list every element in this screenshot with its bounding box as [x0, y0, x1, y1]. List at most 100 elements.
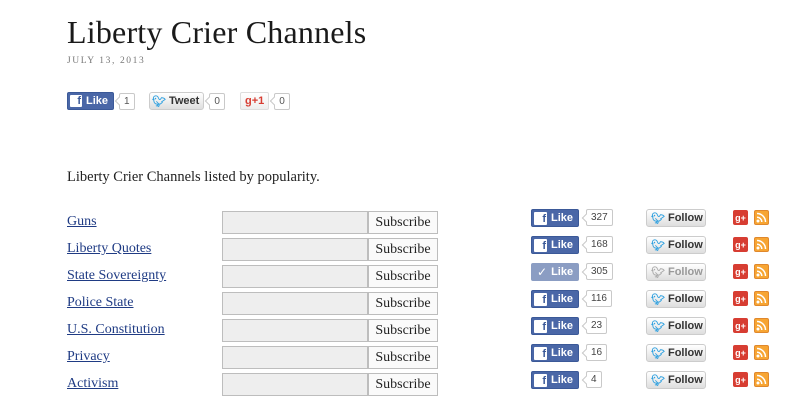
intro-text: Liberty Crier Channels listed by popular…	[67, 169, 320, 185]
subscribe-button[interactable]: Subscribe	[368, 346, 438, 369]
twitter-follow-button[interactable]: 🐦︎ Follow	[646, 263, 706, 281]
channel-like-count: 327	[586, 209, 613, 226]
tweet-label: Tweet	[168, 95, 200, 107]
channel-like-label: Like	[551, 239, 574, 251]
channel-link[interactable]: State Sovereignty	[67, 268, 166, 284]
rss-icon[interactable]	[754, 210, 769, 225]
twitter-follow-button[interactable]: 🐦︎ Follow	[646, 290, 706, 308]
channel-like-count: 23	[586, 317, 608, 334]
channel-like-count: 116	[586, 290, 612, 307]
facebook-icon: f	[534, 346, 547, 360]
rss-icon[interactable]	[754, 372, 769, 387]
channel-like-count: 168	[586, 236, 613, 253]
facebook-icon: f	[70, 95, 82, 107]
follow-label: Follow	[667, 320, 703, 332]
google-plus-icon[interactable]: g+	[733, 345, 748, 360]
channel-link[interactable]: Police State	[67, 295, 134, 311]
channel-like-button[interactable]: f Like	[531, 236, 580, 254]
channel-row: State Sovereignty Subscribe ✓ Like 305 🐦︎ Foll…	[0, 263, 791, 291]
tweet-button[interactable]: 🐦︎ Tweet	[149, 92, 205, 110]
facebook-like-label: Like	[86, 95, 109, 107]
channel-like-label: Like	[551, 266, 574, 278]
channel-like-button[interactable]: f Like	[531, 317, 580, 335]
subscribe-button[interactable]: Subscribe	[368, 211, 438, 234]
follow-label: Follow	[667, 266, 703, 278]
facebook-icon: f	[534, 238, 547, 252]
channel-row: Privacy Subscribe f Like 16 🐦︎ Follow g+	[0, 344, 791, 372]
check-icon: ✓	[537, 265, 548, 279]
google-plus-icon[interactable]: g+	[733, 237, 748, 252]
channel-row: U.S. Constitution Subscribe f Like 23 🐦︎ Follo…	[0, 317, 791, 345]
channel-like-button[interactable]: f Like	[531, 209, 580, 227]
subscribe-email-input[interactable]	[222, 238, 368, 261]
page-title: Liberty Crier Channels	[67, 14, 367, 50]
channel-row: Guns Subscribe f Like 327 🐦︎ Follow g+	[0, 209, 791, 237]
follow-label: Follow	[667, 239, 703, 251]
subscribe-button[interactable]: Subscribe	[368, 319, 438, 342]
twitter-follow-button[interactable]: 🐦︎ Follow	[646, 236, 706, 254]
subscribe-email-input[interactable]	[222, 346, 368, 369]
google-plus-icon[interactable]: g+	[733, 318, 748, 333]
channel-like-button[interactable]: f Like	[531, 290, 580, 308]
subscribe-button[interactable]: Subscribe	[368, 292, 438, 315]
facebook-like-button[interactable]: f Like	[67, 92, 115, 110]
facebook-share: f Like 1	[67, 92, 135, 110]
channel-link[interactable]: Guns	[67, 214, 97, 230]
twitter-bird-icon: 🐦︎	[651, 293, 665, 306]
twitter-follow-button[interactable]: 🐦︎ Follow	[646, 344, 706, 362]
channel-like-button[interactable]: f Like	[531, 371, 580, 389]
channel-like-label: Like	[551, 320, 574, 332]
tweet-count: 0	[209, 92, 225, 110]
twitter-follow-button[interactable]: 🐦︎ Follow	[646, 209, 706, 227]
rss-icon[interactable]	[754, 264, 769, 279]
facebook-icon: f	[534, 373, 547, 387]
rss-icon[interactable]	[754, 237, 769, 252]
twitter-bird-icon: 🐦︎	[651, 347, 665, 360]
channel-like-count: 305	[586, 263, 613, 280]
channel-link[interactable]: Activism	[67, 376, 118, 392]
follow-label: Follow	[667, 212, 703, 224]
channel-row: Liberty Quotes Subscribe f Like 168 🐦︎ Follow g…	[0, 236, 791, 264]
subscribe-email-input[interactable]	[222, 373, 368, 396]
google-plus-icon[interactable]: g+	[733, 264, 748, 279]
post-date: July 13, 2013	[67, 56, 146, 66]
channel-link[interactable]: Privacy	[67, 349, 110, 365]
twitter-bird-icon: 🐦︎	[651, 212, 665, 225]
channel-like-count: 16	[586, 344, 608, 361]
channel-like-button[interactable]: ✓ Like	[531, 263, 580, 281]
subscribe-email-input[interactable]	[222, 292, 368, 315]
facebook-like-count: 1	[119, 92, 135, 110]
google-plus-one-button[interactable]: g +1	[240, 92, 270, 110]
rss-icon[interactable]	[754, 345, 769, 360]
google-plus-icon[interactable]: g+	[733, 210, 748, 225]
channel-like-button[interactable]: f Like	[531, 344, 580, 362]
subscribe-email-input[interactable]	[222, 211, 368, 234]
channel-like-label: Like	[551, 347, 574, 359]
twitter-bird-icon: 🐦︎	[651, 266, 665, 279]
google-plus-icon[interactable]: g+	[733, 291, 748, 306]
facebook-icon: f	[534, 211, 547, 225]
twitter-follow-button[interactable]: 🐦︎ Follow	[646, 371, 706, 389]
rss-icon[interactable]	[754, 291, 769, 306]
rss-icon[interactable]	[754, 318, 769, 333]
google-plus-one-count: 0	[274, 92, 290, 110]
google-plus-one-label: +1	[251, 95, 265, 107]
twitter-follow-button[interactable]: 🐦︎ Follow	[646, 317, 706, 335]
twitter-share: 🐦︎ Tweet 0	[149, 92, 225, 110]
channel-link[interactable]: U.S. Constitution	[67, 322, 165, 338]
subscribe-button[interactable]: Subscribe	[368, 238, 438, 261]
google-plus-icon[interactable]: g+	[733, 372, 748, 387]
subscribe-button[interactable]: Subscribe	[368, 265, 438, 288]
channel-link[interactable]: Liberty Quotes	[67, 241, 151, 257]
channel-row: Police State Subscribe f Like 116 🐦︎ Follow g+	[0, 290, 791, 318]
subscribe-email-input[interactable]	[222, 265, 368, 288]
channel-like-label: Like	[551, 293, 574, 305]
google-share: g +1 0	[240, 92, 290, 110]
twitter-bird-icon: 🐦︎	[152, 95, 166, 108]
subscribe-button[interactable]: Subscribe	[368, 373, 438, 396]
subscribe-email-input[interactable]	[222, 319, 368, 342]
channel-row: Activism Subscribe f Like 4 🐦︎ Follow g+	[0, 371, 791, 399]
google-plus-icon: g	[245, 95, 252, 107]
channel-like-label: Like	[551, 212, 574, 224]
channel-like-count: 4	[586, 371, 602, 388]
